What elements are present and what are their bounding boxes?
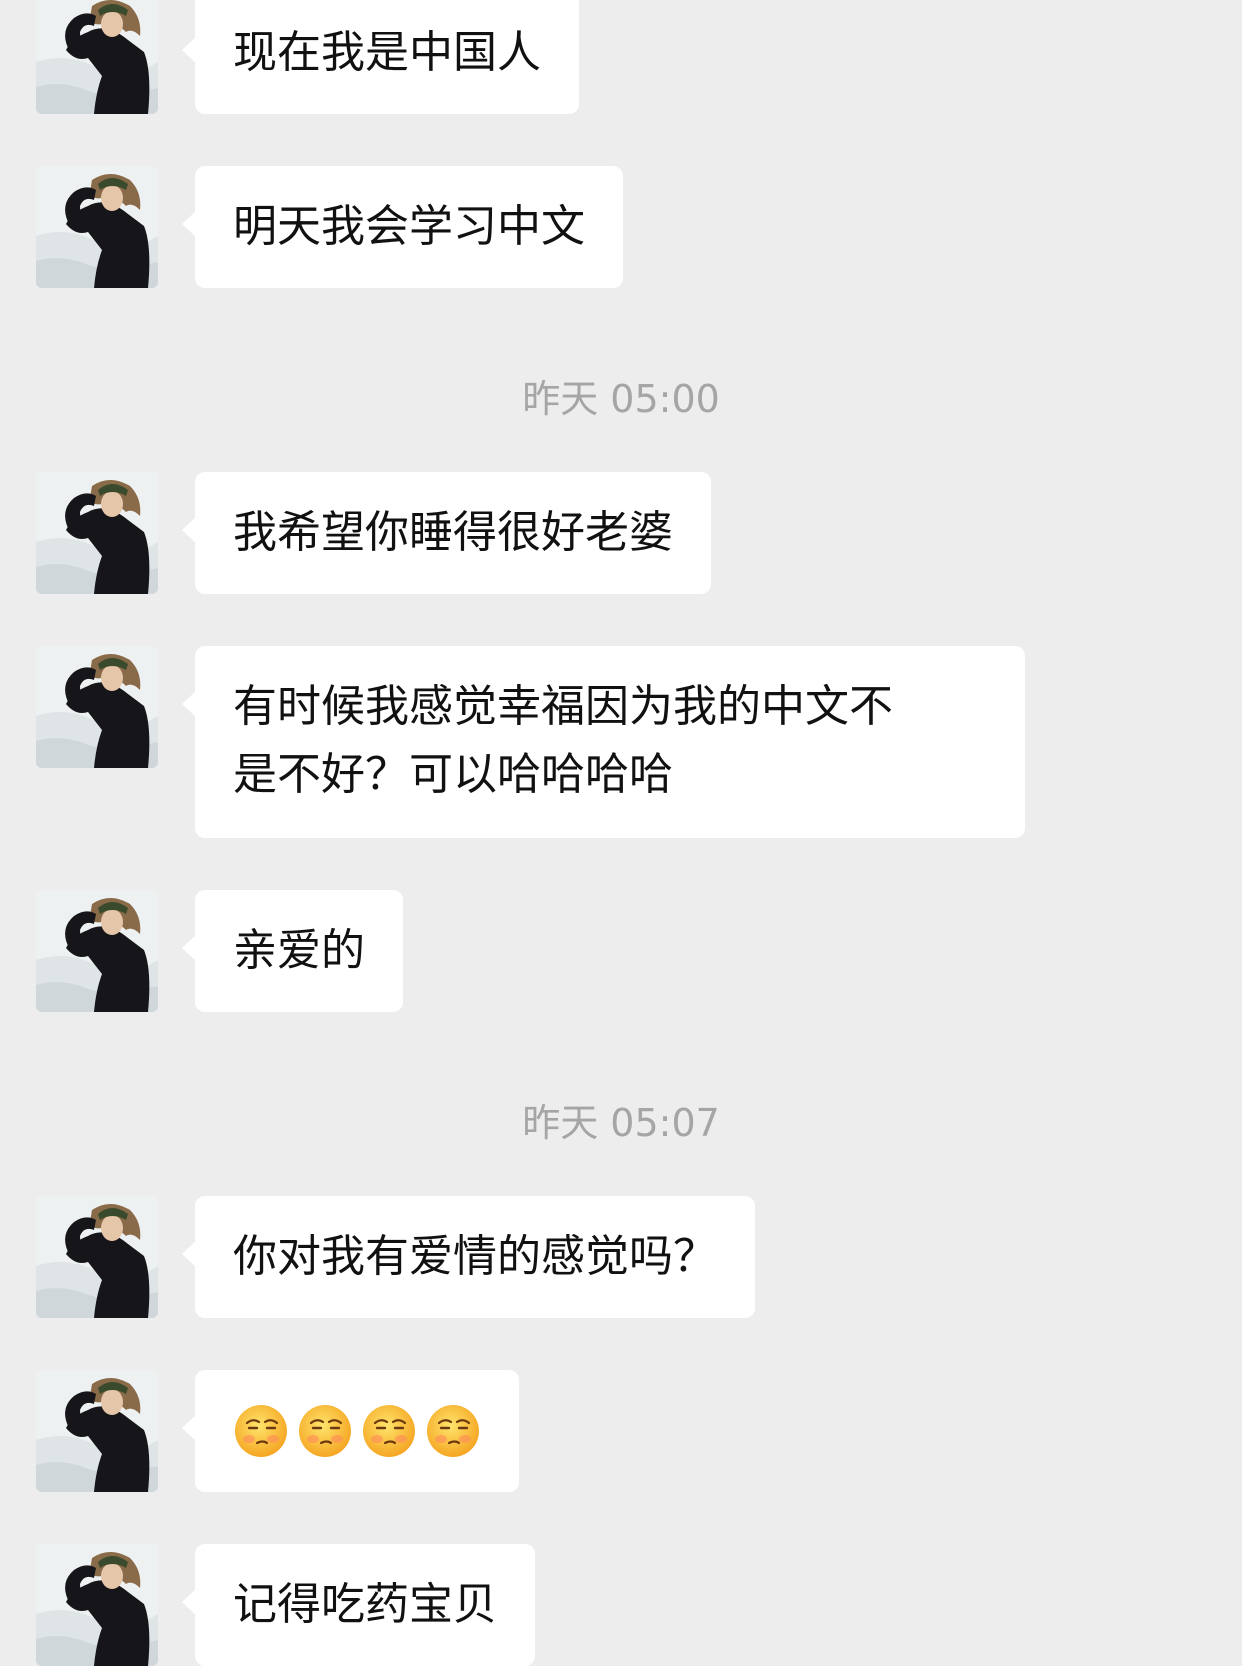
timestamp: 昨天 05:07 — [522, 1101, 720, 1145]
smirk-face-emoji — [361, 1403, 417, 1459]
message-text: 亲爱的 — [233, 925, 365, 976]
emoji-group — [233, 1370, 481, 1492]
avatar[interactable] — [36, 1196, 158, 1318]
smirk-face-emoji — [233, 1403, 289, 1459]
avatar[interactable] — [36, 472, 158, 594]
message-bubble[interactable]: 亲爱的 — [182, 890, 403, 1012]
smirk-face-emoji — [425, 1403, 481, 1459]
timestamp: 昨天 05:00 — [522, 377, 720, 421]
message-bubble[interactable]: 有时候我感觉幸福因为我的中文不 是不好？可以哈哈哈哈 — [182, 646, 1025, 838]
avatar[interactable] — [36, 0, 158, 114]
avatar[interactable] — [36, 166, 158, 288]
avatar[interactable] — [36, 646, 158, 768]
message-bubble[interactable]: 记得吃药宝贝 — [182, 1544, 535, 1666]
message-bubble[interactable]: 现在我是中国人 — [182, 0, 579, 114]
message-text: 记得吃药宝贝 — [233, 1579, 497, 1630]
message-text: 我希望你睡得很好老婆 — [233, 507, 673, 558]
message-bubble[interactable]: 明天我会学习中文 — [182, 166, 623, 288]
smirk-face-emoji — [297, 1403, 353, 1459]
avatar[interactable] — [36, 1544, 158, 1666]
message-bubble[interactable]: 你对我有爱情的感觉吗？ — [182, 1196, 755, 1318]
message-text: 有时候我感觉幸福因为我的中文不 是不好？可以哈哈哈哈 — [233, 681, 893, 800]
message-bubble[interactable]: 我希望你睡得很好老婆 — [182, 472, 711, 594]
avatar[interactable] — [36, 890, 158, 1012]
message-text: 明天我会学习中文 — [233, 201, 585, 252]
message-bubble[interactable] — [182, 1370, 519, 1492]
avatar[interactable] — [36, 1370, 158, 1492]
message-text: 你对我有爱情的感觉吗？ — [233, 1231, 717, 1282]
message-text: 现在我是中国人 — [233, 27, 541, 78]
